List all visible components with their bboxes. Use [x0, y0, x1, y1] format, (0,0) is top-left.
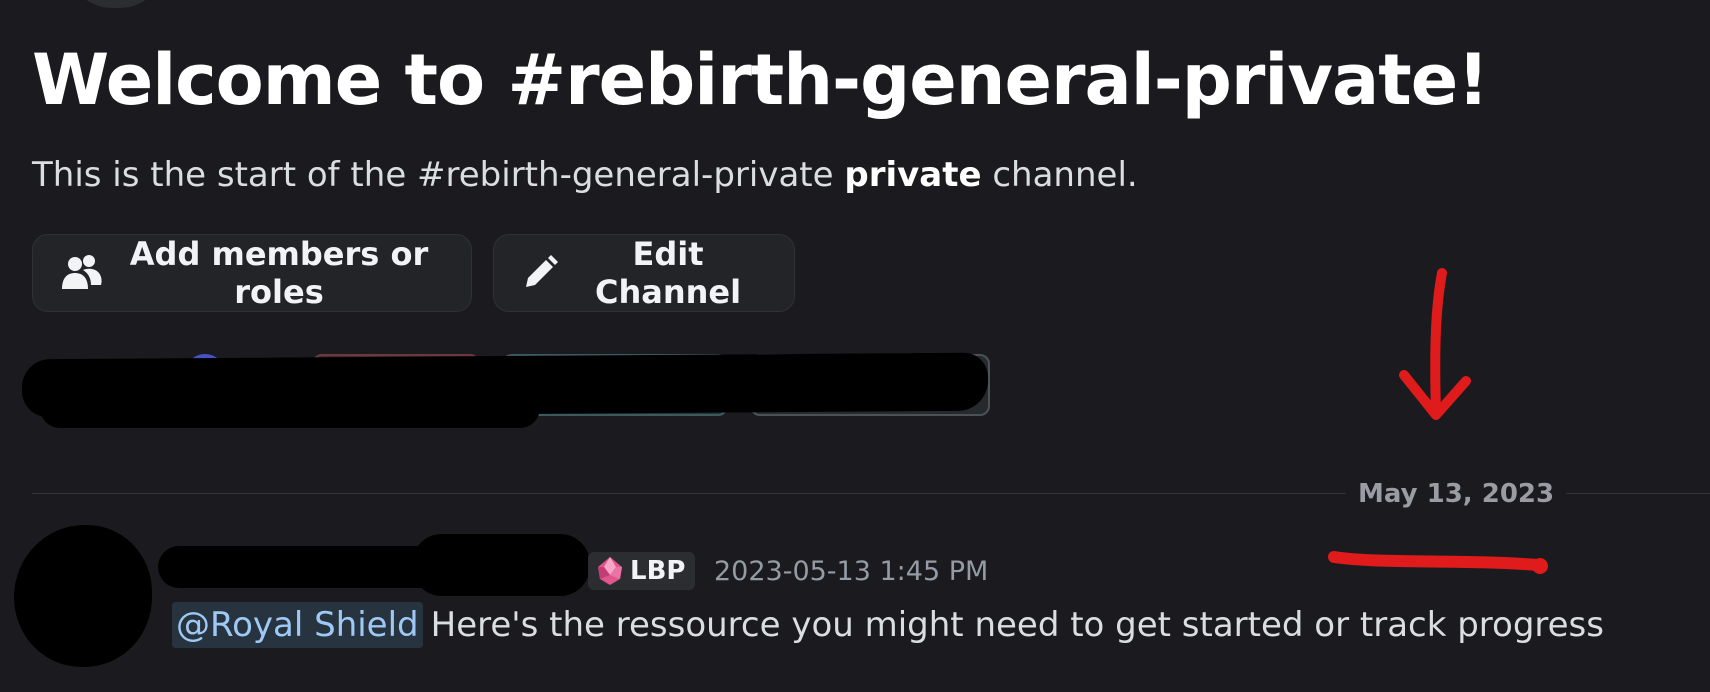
- role-tag-label: LBP: [630, 556, 686, 586]
- edit-channel-button[interactable]: Edit Channel: [493, 234, 795, 312]
- description-prefix: This is the start of the #rebirth-genera…: [32, 155, 834, 195]
- edit-channel-label: Edit Channel: [594, 235, 742, 311]
- date-divider-label: May 13, 2023: [1346, 478, 1567, 510]
- page-title: Welcome to #rebirth-general-private!: [32, 39, 1489, 121]
- annotation-underline: [1328, 551, 1548, 574]
- add-members-label: Add members or roles: [129, 235, 429, 311]
- add-members-button[interactable]: Add members or roles: [32, 234, 472, 312]
- annotation-arrow: [1399, 268, 1471, 420]
- avatar[interactable]: [14, 525, 152, 667]
- redacted-username: [412, 534, 590, 596]
- channel-avatar-edge: [68, 0, 164, 8]
- message-content: @Royal Shield Here's the ressource you mi…: [172, 602, 1604, 648]
- message-timestamp[interactable]: 2023-05-13 1:45 PM: [714, 553, 988, 591]
- message-text: Here's the ressource you might need to g…: [430, 605, 1604, 645]
- description-bold: private: [844, 155, 982, 195]
- pencil-icon: [526, 255, 558, 287]
- people-icon: [62, 255, 102, 289]
- user-mention[interactable]: @Royal Shield: [172, 602, 423, 648]
- channel-description: This is the start of the #rebirth-genera…: [32, 153, 1138, 197]
- redaction-mark: [40, 388, 540, 428]
- description-suffix: channel.: [992, 155, 1138, 195]
- pink-gem-icon: [598, 557, 622, 585]
- role-tag[interactable]: LBP: [588, 552, 696, 590]
